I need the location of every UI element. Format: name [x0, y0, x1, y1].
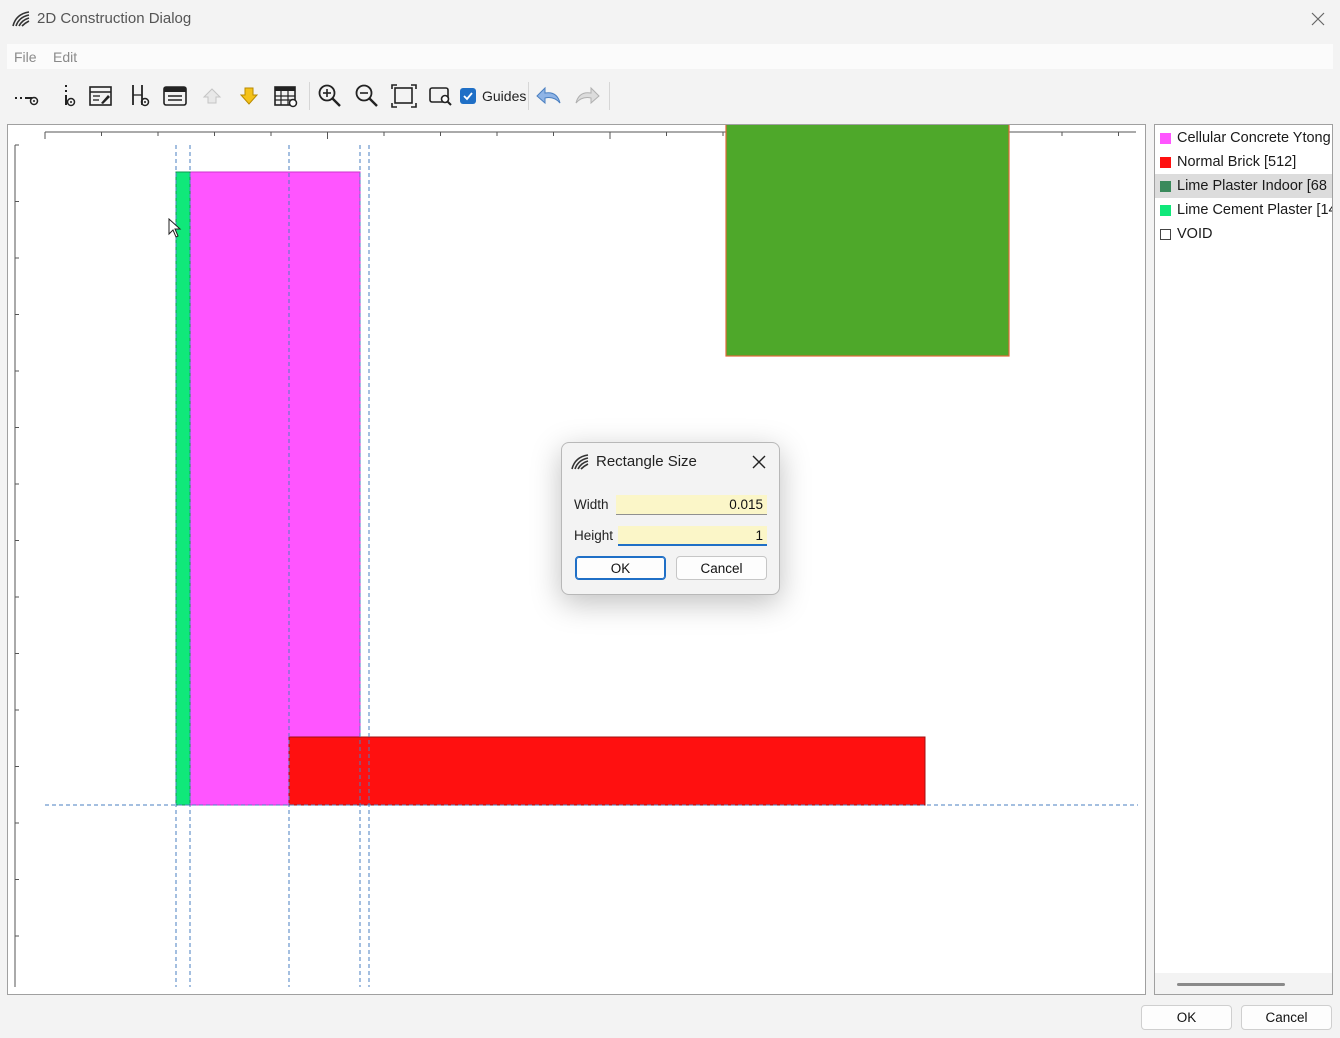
guides-checkbox[interactable]: [460, 88, 476, 104]
cancel-button[interactable]: Cancel: [1241, 1005, 1332, 1030]
move-up-button[interactable]: [196, 80, 228, 112]
app-logo-icon: [571, 454, 589, 470]
legend-item[interactable]: Lime Plaster Indoor [68: [1155, 174, 1332, 198]
zoom-out-icon: [355, 84, 378, 107]
add-horizontal-line-button[interactable]: [10, 80, 42, 112]
toolbar-separator: [609, 82, 610, 110]
dialog-ok-button[interactable]: OK: [575, 556, 666, 580]
zoom-select-icon: [429, 87, 452, 106]
legend-scrollbar-thumb[interactable]: [1177, 983, 1285, 986]
undo-button[interactable]: [533, 80, 565, 112]
dialog-cancel-button[interactable]: Cancel: [676, 556, 767, 580]
menu-file[interactable]: File: [14, 49, 37, 65]
dialog-title: Rectangle Size: [596, 453, 697, 470]
properties-button[interactable]: [159, 80, 191, 112]
split-button[interactable]: [124, 80, 156, 112]
width-label: Width: [574, 497, 609, 512]
edit-table-icon: [89, 86, 112, 106]
toolbar: Guides: [0, 76, 1340, 116]
legend-label: VOID: [1177, 226, 1213, 242]
grid-table-button[interactable]: [270, 80, 302, 112]
redo-icon: [575, 86, 600, 105]
add-vertical-line-icon: [65, 85, 76, 107]
menu-bar: File Edit: [7, 44, 1333, 69]
ok-button[interactable]: OK: [1141, 1005, 1232, 1030]
zoom-out-button[interactable]: [351, 80, 383, 112]
width-input[interactable]: [616, 495, 767, 515]
lime-cement-plaster-rectangle[interactable]: [175, 171, 191, 806]
zoom-in-button[interactable]: [314, 80, 346, 112]
legend-swatch: [1160, 157, 1171, 168]
close-icon: [1311, 12, 1325, 26]
legend-label: Cellular Concrete Ytong [: [1177, 130, 1333, 146]
zoom-fit-icon: [391, 84, 417, 108]
menu-edit[interactable]: Edit: [53, 49, 77, 65]
legend-swatch: [1160, 181, 1171, 192]
title-bar: 2D Construction Dialog: [0, 0, 1340, 38]
material-legend: Cellular Concrete Ytong [ Normal Brick [5…: [1154, 124, 1333, 995]
window-title: 2D Construction Dialog: [37, 10, 192, 27]
check-icon: [463, 92, 473, 101]
toolbar-separator: [528, 82, 529, 110]
split-icon: [132, 85, 150, 107]
legend-label: Lime Cement Plaster [14: [1177, 202, 1333, 218]
close-icon: [752, 455, 766, 469]
undo-icon: [536, 86, 561, 105]
toolbar-separator: [309, 82, 310, 110]
height-input[interactable]: [618, 526, 767, 546]
normal-brick-rectangle[interactable]: [288, 736, 926, 806]
rectangle-size-dialog: Rectangle Size Width Height OK Cancel: [561, 442, 780, 595]
legend-swatch: [1160, 229, 1171, 240]
legend-item[interactable]: VOID: [1155, 222, 1332, 246]
zoom-select-button[interactable]: [425, 80, 457, 112]
move-down-icon: [239, 87, 259, 105]
legend-horizontal-scrollbar[interactable]: [1155, 973, 1332, 994]
legend-item[interactable]: Normal Brick [512]: [1155, 150, 1332, 174]
legend-swatch: [1160, 205, 1171, 216]
green-rectangle[interactable]: [725, 125, 1010, 357]
zoom-in-icon: [318, 84, 341, 107]
cellular-concrete-rectangle[interactable]: [189, 171, 361, 806]
grid-table-icon: [274, 86, 298, 108]
legend-item[interactable]: Cellular Concrete Ytong [: [1155, 126, 1333, 150]
window-close-button[interactable]: [1304, 6, 1332, 32]
move-down-button[interactable]: [233, 80, 265, 112]
mouse-cursor-icon: [168, 218, 182, 238]
guides-label[interactable]: Guides: [482, 88, 526, 104]
add-vertical-line-button[interactable]: [52, 80, 84, 112]
zoom-fit-button[interactable]: [388, 80, 420, 112]
legend-label: Lime Plaster Indoor [68: [1177, 178, 1327, 194]
legend-label: Normal Brick [512]: [1177, 154, 1297, 170]
app-logo-icon: [12, 11, 30, 27]
height-label: Height: [574, 528, 614, 543]
dialog-close-button[interactable]: [748, 451, 770, 473]
move-up-icon: [202, 88, 222, 104]
properties-icon: [163, 86, 187, 106]
left-ruler-ticks: [15, 144, 19, 937]
redo-button[interactable]: [571, 80, 603, 112]
edit-table-button[interactable]: [85, 80, 117, 112]
legend-swatch: [1160, 133, 1171, 144]
legend-item[interactable]: Lime Cement Plaster [14: [1155, 198, 1333, 222]
add-horizontal-line-icon: [15, 96, 39, 106]
